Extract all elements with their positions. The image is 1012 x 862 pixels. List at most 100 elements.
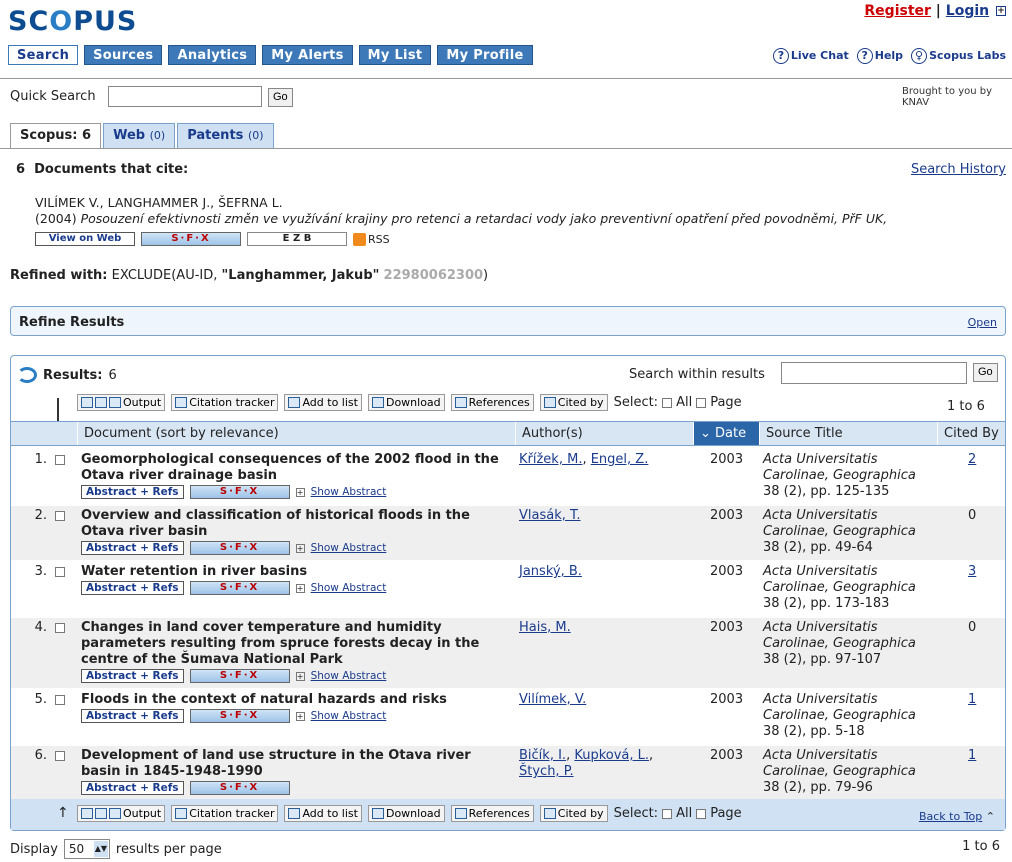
expand-icon[interactable]: +	[295, 671, 305, 681]
view-on-web-button[interactable]: View on Web	[35, 232, 135, 246]
help-link[interactable]: ? Help	[856, 48, 903, 64]
live-chat-link[interactable]: ? Live Chat	[772, 48, 849, 64]
sfx-button[interactable]: S·F·X	[189, 485, 290, 499]
download-button[interactable]: Download	[367, 805, 445, 822]
document-title[interactable]: Changes in land cover temperature and hu…	[81, 620, 501, 668]
row-checkbox[interactable]	[55, 623, 65, 633]
scopus-logo[interactable]: SCOPUS	[8, 6, 137, 37]
row-checkbox[interactable]	[55, 751, 65, 761]
select-all-checkbox[interactable]	[662, 397, 673, 408]
document-title[interactable]: Floods in the context of natural hazards…	[81, 692, 511, 708]
abstract-refs-button[interactable]: Abstract + Refs	[81, 581, 184, 595]
output-button[interactable]: Output	[77, 805, 166, 822]
expand-icon[interactable]: +	[295, 487, 305, 497]
show-abstract-link[interactable]: Show Abstract	[311, 710, 387, 722]
col-cited-by[interactable]: Cited By	[937, 422, 1005, 445]
search-within-label: Search within results	[629, 367, 765, 382]
nav-my-alerts[interactable]: My Alerts	[262, 45, 353, 65]
row-checkbox[interactable]	[55, 567, 65, 577]
citation-tracker-button[interactable]: Citation tracker	[171, 805, 279, 822]
abstract-refs-button[interactable]: Abstract + Refs	[81, 709, 184, 723]
document-title[interactable]: Water retention in river basins	[81, 564, 511, 580]
cited-by-button[interactable]: Cited by	[539, 394, 608, 411]
expand-icon[interactable]: +	[996, 6, 1006, 16]
select-all-checkbox[interactable]	[662, 808, 673, 819]
abstract-refs-button[interactable]: Abstract + Refs	[81, 669, 184, 683]
ezb-button[interactable]: E Z B	[247, 232, 347, 246]
select-page-checkbox[interactable]	[696, 397, 707, 408]
sfx-button[interactable]: S·F·X	[189, 581, 290, 595]
show-abstract-link[interactable]: Show Abstract	[311, 486, 387, 498]
references-button[interactable]: References	[450, 805, 534, 822]
tab-web[interactable]: Web (0)	[103, 123, 176, 149]
login-link[interactable]: Login	[946, 3, 989, 19]
col-source-title[interactable]: Source Title	[759, 422, 937, 445]
col-authors[interactable]: Author(s)	[515, 422, 693, 445]
quick-search-input[interactable]	[108, 86, 262, 107]
back-to-top-link[interactable]: Back to Top ⌃	[919, 810, 995, 823]
author-link[interactable]: Bičík, I.	[519, 748, 566, 763]
author-link[interactable]: Štych, P.	[519, 764, 574, 779]
sfx-button[interactable]: S·F·X	[141, 232, 241, 246]
col-document[interactable]: Document (sort by relevance)	[77, 422, 515, 445]
nav-analytics[interactable]: Analytics	[168, 45, 257, 65]
abstract-refs-button[interactable]: Abstract + Refs	[81, 781, 184, 795]
row-actions: Abstract + Refs S·F·X + Show Abstract	[81, 581, 386, 595]
author-link[interactable]: Hais, M.	[519, 620, 571, 635]
sfx-button[interactable]: S·F·X	[189, 709, 290, 723]
sfx-button[interactable]: S·F·X	[189, 541, 290, 555]
table-row: 4. Changes in land cover temperature and…	[11, 618, 1005, 688]
add-to-list-button[interactable]: Add to list	[284, 805, 362, 822]
show-abstract-link[interactable]: Show Abstract	[311, 542, 387, 554]
sfx-button[interactable]: S·F·X	[189, 669, 290, 683]
nav-my-list[interactable]: My List	[358, 45, 432, 65]
search-history-link[interactable]: Search History	[911, 162, 1006, 177]
abstract-refs-button[interactable]: Abstract + Refs	[81, 541, 184, 555]
register-link[interactable]: Register	[864, 3, 931, 19]
document-title[interactable]: Development of land use structure in the…	[81, 748, 511, 780]
cited-by-count[interactable]: 3	[968, 564, 976, 579]
document-title[interactable]: Geomorphological consequences of the 200…	[81, 452, 511, 484]
refine-open-link[interactable]: Open	[968, 316, 997, 329]
show-abstract-link[interactable]: Show Abstract	[311, 670, 387, 682]
cited-by-count[interactable]: 1	[968, 748, 976, 763]
output-button[interactable]: Output	[77, 394, 166, 411]
abstract-refs-button[interactable]: Abstract + Refs	[81, 485, 184, 499]
cited-by-count[interactable]: 2	[968, 452, 976, 467]
expand-icon[interactable]: +	[295, 543, 305, 553]
references-button[interactable]: References	[450, 394, 534, 411]
author-link[interactable]: Janský, B.	[519, 564, 582, 579]
search-within-input[interactable]	[781, 362, 967, 384]
scopus-labs-link[interactable]: ♀ Scopus Labs	[911, 48, 1006, 64]
add-to-list-button[interactable]: Add to list	[284, 394, 362, 411]
rss-link[interactable]: RSS	[353, 232, 390, 246]
document-title[interactable]: Overview and classification of historica…	[81, 508, 511, 540]
author-link[interactable]: Vilímek, V.	[519, 692, 586, 707]
sfx-button[interactable]: S·F·X	[189, 781, 290, 795]
cited-by-button[interactable]: Cited by	[539, 805, 608, 822]
select-page-checkbox[interactable]	[696, 808, 707, 819]
table-row: 1. Geomorphological consequences of the …	[34, 452, 977, 499]
download-button[interactable]: Download	[367, 394, 445, 411]
author-link[interactable]: Vlasák, T.	[519, 508, 581, 523]
nav-sources[interactable]: Sources	[84, 45, 163, 65]
tab-scopus[interactable]: Scopus: 6	[10, 123, 102, 149]
row-checkbox[interactable]	[55, 511, 65, 521]
author-link[interactable]: Kupková, L.	[574, 748, 649, 763]
show-abstract-link[interactable]: Show Abstract	[311, 582, 387, 594]
citation-tracker-button[interactable]: Citation tracker	[171, 394, 279, 411]
row-checkbox[interactable]	[55, 455, 65, 465]
tab-patents[interactable]: Patents (0)	[177, 123, 274, 149]
author-link[interactable]: Engel, Z.	[591, 452, 649, 467]
per-page-select[interactable]: 50 ▲▼	[63, 839, 110, 859]
col-date[interactable]: ⌄ Date	[693, 422, 759, 445]
author-link[interactable]: Křížek, M.	[519, 452, 582, 467]
nav-my-profile[interactable]: My Profile	[437, 45, 533, 65]
nav-search[interactable]: Search	[8, 45, 79, 65]
expand-icon[interactable]: +	[295, 711, 305, 721]
expand-icon[interactable]: +	[295, 583, 305, 593]
row-checkbox[interactable]	[55, 695, 65, 705]
cited-by-count[interactable]: 1	[968, 692, 976, 707]
search-within-go-button[interactable]: Go	[973, 363, 998, 382]
quick-search-go-button[interactable]: Go	[268, 88, 293, 107]
